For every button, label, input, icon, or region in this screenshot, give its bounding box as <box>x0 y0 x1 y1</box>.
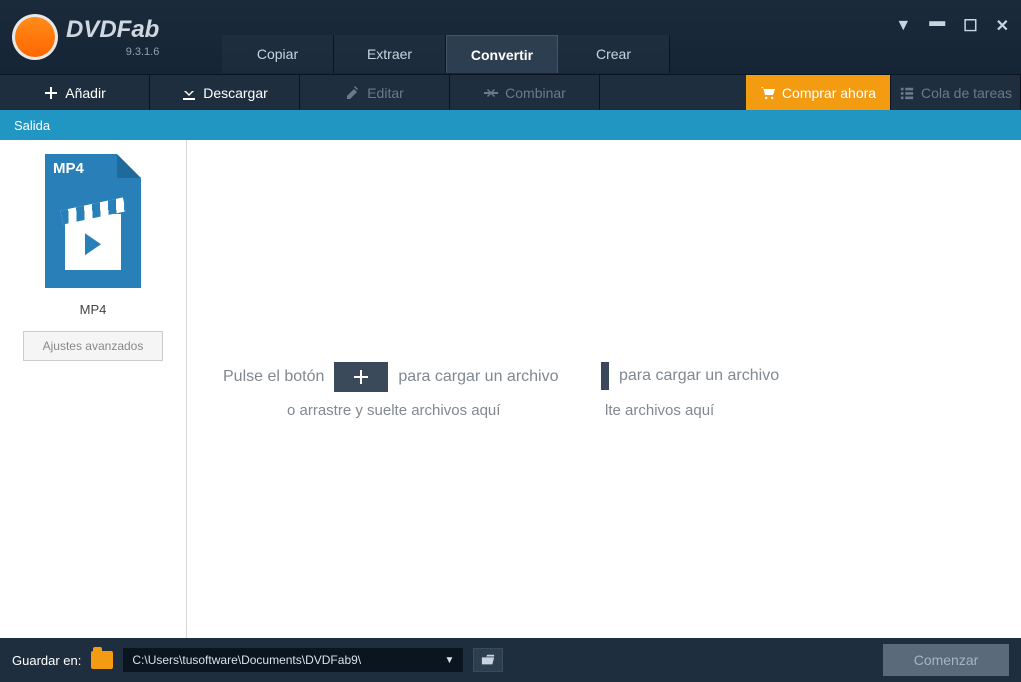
start-button[interactable]: Comenzar <box>883 644 1009 676</box>
logo-section: DVDFab 9.3.1.6 <box>12 14 210 60</box>
chevron-down-icon[interactable]: ▼ <box>444 655 454 666</box>
advanced-settings-button[interactable]: Ajustes avanzados <box>23 331 163 361</box>
format-name: MP4 <box>80 302 107 317</box>
tab-extract[interactable]: Extraer <box>334 35 446 73</box>
save-path-value: C:\Users\tusoftware\Documents\DVDFab9\ <box>132 653 361 667</box>
output-bar: Salida <box>0 110 1021 140</box>
tab-convert[interactable]: Convertir <box>446 35 558 73</box>
cart-icon <box>760 85 776 101</box>
drop-hint-secondary: para cargar un archivo <box>601 362 779 390</box>
mini-bar-icon <box>601 362 609 390</box>
app-logo-icon <box>12 14 58 60</box>
add-button[interactable]: Añadir <box>0 75 150 110</box>
content-area: MP4 MP4 Ajustes avanzados Pulse el botón… <box>0 140 1021 638</box>
buy-button[interactable]: Comprar ahora <box>746 75 891 110</box>
close-icon[interactable]: ✕ <box>996 16 1009 36</box>
clapper-icon <box>65 214 121 270</box>
edit-label: Editar <box>367 85 404 101</box>
dropdown-icon[interactable]: ▼ <box>895 17 911 35</box>
app-name: DVDFab <box>66 16 159 44</box>
queue-icon <box>899 85 915 101</box>
inline-add-button[interactable] <box>334 362 388 392</box>
window-controls: ▼ ▬ ☐ ✕ <box>895 16 1009 36</box>
format-card[interactable]: MP4 <box>45 154 141 288</box>
download-label: Descargar <box>203 85 268 101</box>
save-label: Guardar en: <box>12 653 81 668</box>
minimize-icon[interactable]: ▬ <box>929 13 945 31</box>
main-tabs: Copiar Extraer Convertir Crear <box>222 1 670 73</box>
drop-sub-primary: o arrastre y suelte archivos aquí <box>287 402 500 419</box>
hint-prefix: Pulse el botón <box>223 368 324 386</box>
drop-zone[interactable]: Pulse el botón para cargar un archivo o … <box>187 140 1021 638</box>
combine-button: Combinar <box>450 75 600 110</box>
toolbar: Añadir Descargar Editar Combinar Comprar… <box>0 74 1021 110</box>
plus-icon <box>43 85 59 101</box>
output-label: Salida <box>14 118 50 133</box>
tab-create[interactable]: Crear <box>558 35 670 73</box>
edit-icon <box>345 85 361 101</box>
titlebar: DVDFab 9.3.1.6 Copiar Extraer Convertir … <box>0 0 1021 74</box>
drop-hint-primary: Pulse el botón para cargar un archivo <box>223 362 559 392</box>
queue-label: Cola de tareas <box>921 85 1012 101</box>
drop-sub-secondary: lte archivos aquí <box>605 402 714 419</box>
folder-icon <box>91 651 113 669</box>
hint2-suffix: para cargar un archivo <box>619 367 779 385</box>
combine-label: Combinar <box>505 85 566 101</box>
footer: Guardar en: C:\Users\tusoftware\Document… <box>0 638 1021 682</box>
add-label: Añadir <box>65 85 105 101</box>
edit-button: Editar <box>300 75 450 110</box>
maximize-icon[interactable]: ☐ <box>963 16 977 36</box>
save-path-input[interactable]: C:\Users\tusoftware\Documents\DVDFab9\ ▼ <box>123 648 463 672</box>
buy-label: Comprar ahora <box>782 85 876 101</box>
download-button[interactable]: Descargar <box>150 75 300 110</box>
queue-button[interactable]: Cola de tareas <box>891 75 1021 110</box>
sidebar: MP4 MP4 Ajustes avanzados <box>0 140 187 638</box>
combine-icon <box>483 85 499 101</box>
app-version: 9.3.1.6 <box>66 46 159 58</box>
open-folder-button[interactable] <box>473 648 503 672</box>
tab-copy[interactable]: Copiar <box>222 35 334 73</box>
download-icon <box>181 85 197 101</box>
hint-suffix: para cargar un archivo <box>398 368 558 386</box>
